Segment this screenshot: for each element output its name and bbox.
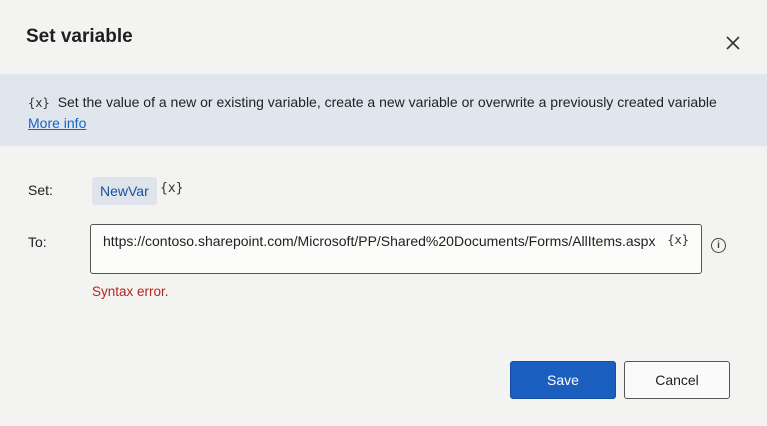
info-description-text: Set the value of a new or existing varia… bbox=[57, 94, 717, 110]
save-button[interactable]: Save bbox=[510, 361, 616, 399]
variable-name-chip[interactable]: NewVar bbox=[92, 177, 157, 205]
info-icon-glyph: i bbox=[717, 240, 720, 251]
to-label: To: bbox=[28, 234, 47, 250]
to-value-text: https://contoso.sharepoint.com/Microsoft… bbox=[103, 233, 656, 249]
set-variable-picker-icon[interactable]: {x} bbox=[160, 181, 183, 196]
to-value-input[interactable]: https://contoso.sharepoint.com/Microsoft… bbox=[90, 224, 702, 274]
set-label: Set: bbox=[28, 182, 53, 198]
variable-icon: {x} bbox=[28, 96, 50, 110]
cancel-button[interactable]: Cancel bbox=[624, 361, 730, 399]
variable-name: NewVar bbox=[100, 183, 149, 199]
to-variable-picker-icon[interactable]: {x} bbox=[667, 233, 689, 247]
info-icon[interactable]: i bbox=[711, 238, 726, 253]
set-variable-dialog: Set variable {x} Set the value of a new o… bbox=[0, 0, 767, 426]
close-button[interactable] bbox=[720, 30, 746, 56]
syntax-error-message: Syntax error. bbox=[92, 284, 169, 299]
info-description: {x} Set the value of a new or existing va… bbox=[28, 92, 718, 133]
close-icon bbox=[726, 36, 740, 50]
dialog-title: Set variable bbox=[26, 26, 133, 47]
more-info-link[interactable]: More info bbox=[28, 115, 86, 131]
